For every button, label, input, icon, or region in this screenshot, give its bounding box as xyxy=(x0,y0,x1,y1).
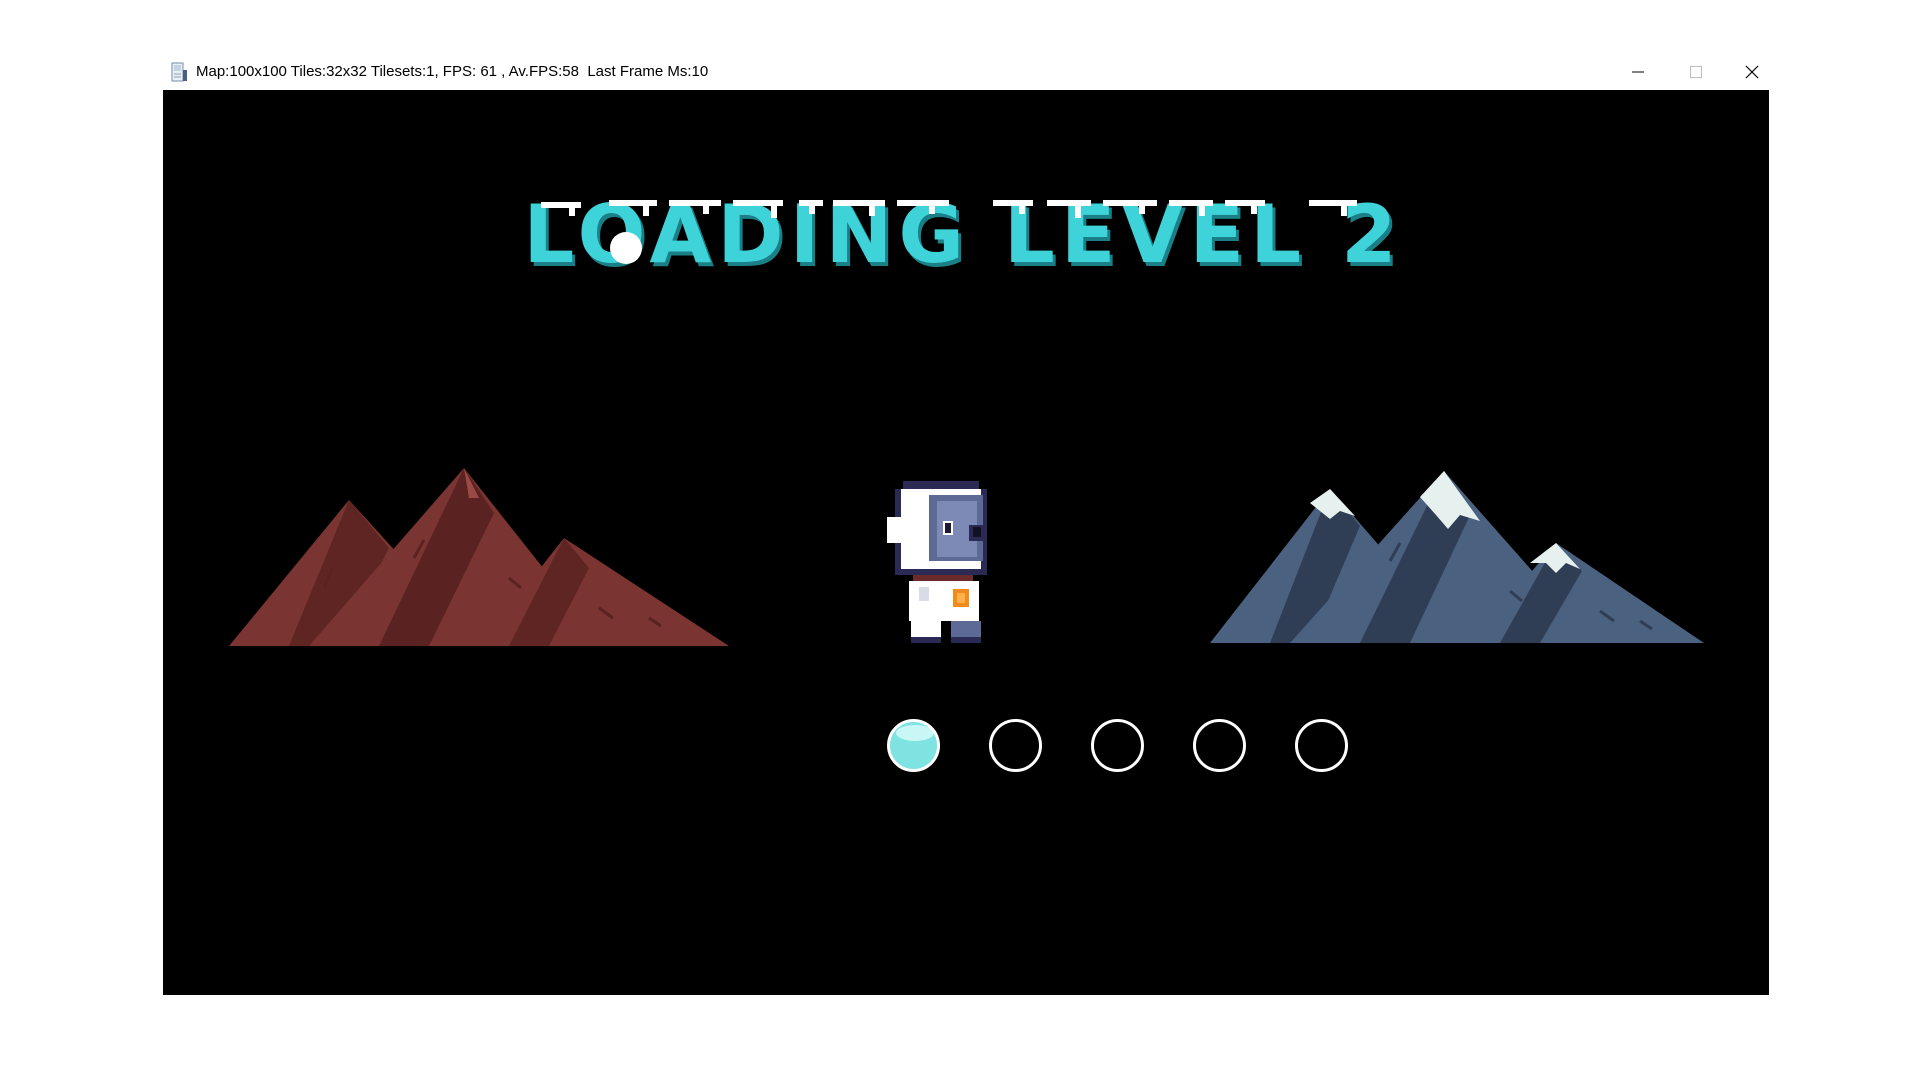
loading-progress xyxy=(725,719,1348,779)
maximize-button[interactable] xyxy=(1667,54,1725,90)
minimize-icon xyxy=(1632,71,1644,73)
red-mountains xyxy=(229,468,729,646)
app-icon xyxy=(171,62,187,82)
title-bar[interactable]: Map:100x100 Tiles:32x32 Tilesets:1, FPS:… xyxy=(163,54,1769,90)
loading-title: LOADING LEVEL 2 LOADING LEVEL 2 xyxy=(523,190,1399,285)
progress-dot-4 xyxy=(1193,719,1246,772)
window-title: Map:100x100 Tiles:32x32 Tilesets:1, FPS:… xyxy=(196,63,709,80)
progress-dot-1 xyxy=(887,719,940,772)
game-window: Map:100x100 Tiles:32x32 Tilesets:1, FPS:… xyxy=(163,54,1769,995)
progress-dot-5 xyxy=(1295,719,1348,772)
progress-dot-3 xyxy=(1091,719,1144,772)
minimize-button[interactable] xyxy=(1609,54,1667,90)
maximize-icon xyxy=(1690,66,1702,78)
blue-mountains xyxy=(1210,471,1704,643)
progress-dot-2 xyxy=(989,719,1042,772)
game-viewport[interactable]: LOADING LEVEL 2 LOADING LEVEL 2 xyxy=(163,90,1769,995)
close-button[interactable] xyxy=(1723,54,1781,90)
astronaut-character xyxy=(883,477,1009,645)
close-icon xyxy=(1745,65,1759,79)
